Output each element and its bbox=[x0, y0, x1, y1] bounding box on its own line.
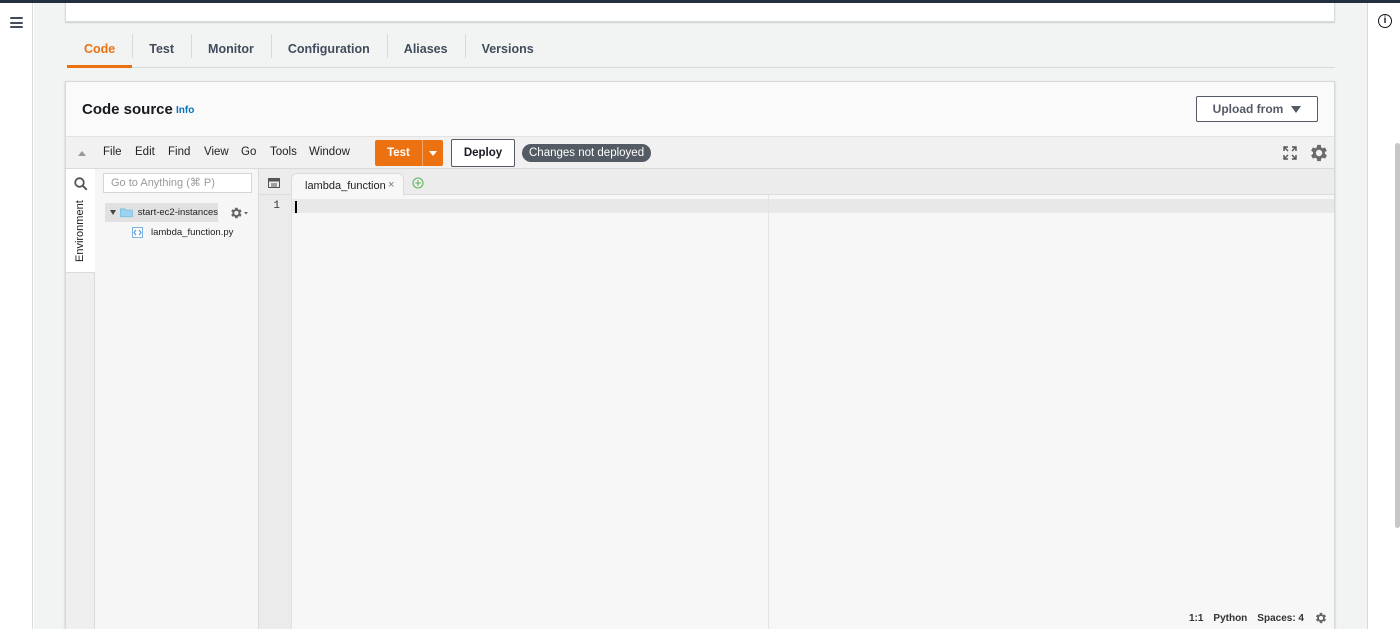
folder-row[interactable]: start-ec2-instances bbox=[105, 203, 218, 222]
deploy-button[interactable]: Deploy bbox=[451, 139, 515, 167]
caret-down-icon bbox=[1291, 105, 1302, 113]
file-row[interactable]: lambda_function.py bbox=[132, 223, 233, 241]
test-button-label: Test bbox=[387, 147, 410, 159]
menu-file[interactable]: File bbox=[103, 146, 122, 158]
info-icon[interactable]: i bbox=[1378, 14, 1392, 28]
close-icon[interactable]: × bbox=[388, 179, 394, 191]
tab-test[interactable]: Test bbox=[132, 30, 191, 68]
function-tabs: Code Test Monitor Configuration Aliases … bbox=[67, 30, 1335, 68]
menu-find[interactable]: Find bbox=[168, 146, 190, 158]
expand-icon bbox=[110, 210, 116, 215]
folder-label: start-ec2-instances bbox=[137, 207, 218, 218]
function-overview-panel bbox=[65, 3, 1335, 22]
search-icon[interactable] bbox=[74, 177, 88, 191]
code-editor-ide: File Edit Find View Go Tools Window Test… bbox=[66, 136, 1334, 629]
tab-aliases[interactable]: Aliases bbox=[386, 30, 465, 68]
tab-code[interactable]: Code bbox=[67, 30, 133, 68]
cursor-position[interactable]: 1:1 bbox=[1189, 613, 1203, 624]
environment-rail: Environment bbox=[66, 169, 95, 629]
file-label: lambda_function.py bbox=[151, 226, 234, 238]
add-tab-icon[interactable] bbox=[412, 177, 424, 189]
line-gutter: 1 bbox=[259, 195, 292, 629]
upload-from-label: Upload from bbox=[1212, 102, 1284, 116]
menu-view[interactable]: View bbox=[204, 146, 229, 158]
card-title: Code source bbox=[82, 101, 173, 118]
gear-icon[interactable] bbox=[1314, 611, 1328, 625]
python-file-icon bbox=[132, 226, 143, 238]
editor-pane: lambda_function × 1 1:1 Python Spaces: 4 bbox=[259, 169, 1334, 629]
active-line-highlight bbox=[292, 199, 1334, 213]
menu-icon[interactable] bbox=[10, 17, 23, 28]
scrollbar[interactable] bbox=[1395, 143, 1400, 528]
main-content: Code Test Monitor Configuration Aliases … bbox=[34, 3, 1367, 629]
editor-statusbar: 1:1 Python Spaces: 4 bbox=[1189, 611, 1328, 625]
collapse-menu-icon[interactable] bbox=[78, 151, 86, 156]
file-tree-panel: start-ec2-instances lambda_function.py bbox=[74, 169, 259, 629]
text-cursor[interactable] bbox=[295, 201, 297, 213]
tab-list-icon[interactable] bbox=[268, 178, 280, 188]
left-rail bbox=[0, 3, 33, 629]
print-margin bbox=[768, 195, 769, 629]
menu-window[interactable]: Window bbox=[309, 146, 350, 158]
menu-go[interactable]: Go bbox=[241, 146, 256, 158]
ide-menubar: File Edit Find View Go Tools Window Test… bbox=[66, 136, 1334, 169]
environment-tab-label: Environment bbox=[74, 200, 86, 262]
right-rail: i bbox=[1367, 3, 1400, 629]
code-source-card: Code source Info Upload from File Edit F… bbox=[65, 81, 1335, 629]
test-button[interactable]: Test bbox=[375, 140, 443, 166]
line-number: 1 bbox=[273, 200, 280, 212]
tab-monitor[interactable]: Monitor bbox=[191, 30, 271, 68]
info-link[interactable]: Info bbox=[176, 105, 194, 116]
menu-edit[interactable]: Edit bbox=[135, 146, 155, 158]
tab-configuration[interactable]: Configuration bbox=[270, 30, 387, 68]
fullscreen-icon[interactable] bbox=[1283, 146, 1297, 160]
card-header: Code source Info Upload from bbox=[66, 82, 1334, 136]
caret-down-icon bbox=[429, 150, 437, 156]
language-mode[interactable]: Python bbox=[1213, 613, 1247, 624]
editor-tabstrip: lambda_function × bbox=[259, 169, 1334, 196]
status-badge: Changes not deployed bbox=[522, 144, 652, 162]
indent-setting[interactable]: Spaces: 4 bbox=[1257, 613, 1304, 624]
folder-icon bbox=[120, 208, 133, 218]
upload-from-button[interactable]: Upload from bbox=[1196, 96, 1318, 122]
gear-icon[interactable] bbox=[1308, 142, 1330, 164]
editor-tab-label: lambda_function bbox=[305, 180, 386, 192]
tab-versions[interactable]: Versions bbox=[464, 30, 551, 68]
tree-settings-gear-icon[interactable] bbox=[229, 206, 249, 220]
goto-anything-input[interactable] bbox=[103, 173, 252, 193]
test-dropdown-button[interactable] bbox=[422, 140, 443, 166]
editor-tab[interactable]: lambda_function × bbox=[291, 173, 404, 196]
menu-tools[interactable]: Tools bbox=[270, 146, 297, 158]
